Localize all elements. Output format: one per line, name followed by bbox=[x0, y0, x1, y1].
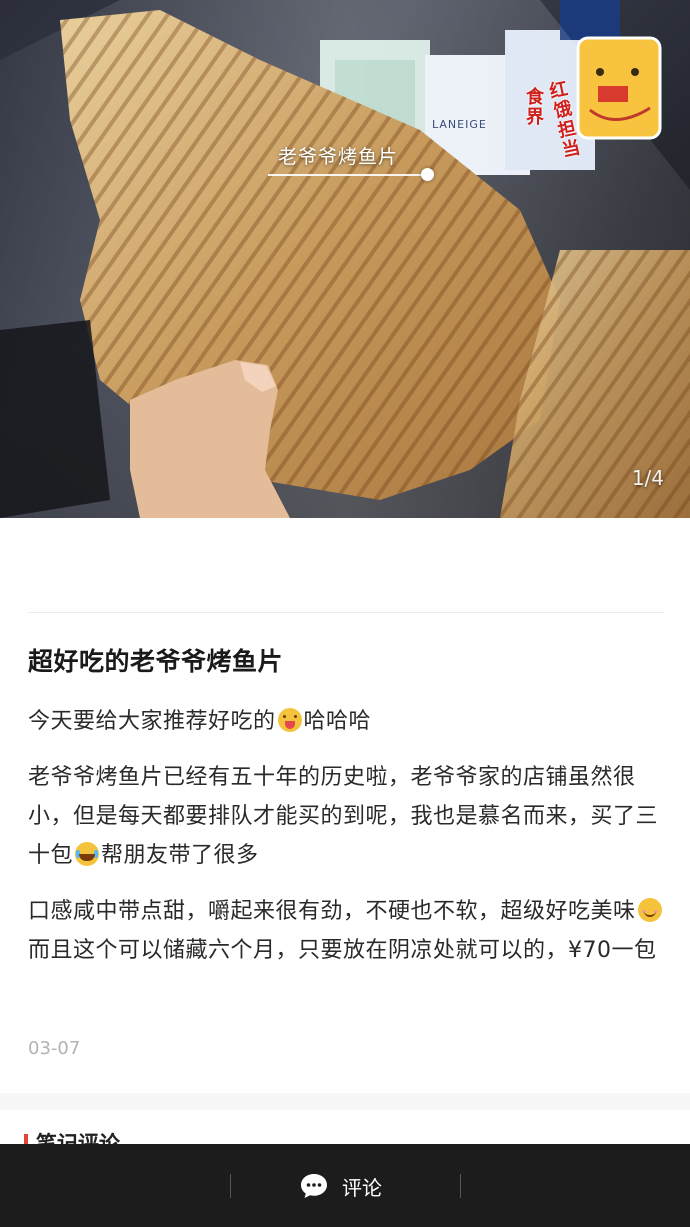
product-tag-dot[interactable] bbox=[421, 168, 434, 181]
smile-emoji-icon bbox=[637, 898, 662, 922]
post-content: 超好吃的老爷爷烤鱼片 今天要给大家推荐好吃的 哈哈哈 老爷爷烤鱼片已经有五十年的历… bbox=[0, 518, 690, 1093]
comment-button[interactable]: 评论 bbox=[300, 1170, 382, 1202]
paragraph-text: 帮朋友带了很多 bbox=[101, 843, 259, 868]
product-tag-label[interactable]: 老爷爷烤鱼片 bbox=[278, 142, 398, 169]
post-title: 超好吃的老爷爷烤鱼片 bbox=[28, 647, 284, 676]
post-date: 03-07 bbox=[28, 1038, 81, 1059]
sticker-text-1: 食界 bbox=[526, 87, 544, 128]
paragraph-text: 口感咸中带点甜，嚼起来很有劲，不硬也不软，超级好吃美味 bbox=[28, 899, 636, 924]
comment-button-label: 评论 bbox=[342, 1175, 382, 1200]
divider bbox=[28, 612, 664, 613]
post-paragraph-1: 今天要给大家推荐好吃的 哈哈哈 bbox=[28, 702, 664, 741]
paragraph-text: 哈哈哈 bbox=[303, 709, 372, 734]
box-brand-label: LANEIGE bbox=[432, 118, 487, 131]
bottom-action-bar: 评论 bbox=[0, 1144, 690, 1227]
tongue-emoji-icon bbox=[277, 708, 302, 732]
post-photo[interactable]: 食界 红饿担当 LANEIGE 老爷爷烤鱼片 1/4 bbox=[0, 0, 690, 518]
photo-counter: 1/4 bbox=[631, 466, 664, 490]
paragraph-text: 而且这个可以储藏六个月，只要放在阴凉处就可以的，¥70一包 bbox=[28, 938, 657, 963]
photo-illustration bbox=[0, 0, 690, 518]
chat-bubble-icon bbox=[300, 1173, 328, 1199]
paragraph-text: 今天要给大家推荐好吃的 bbox=[28, 709, 276, 734]
bottom-bar-separator bbox=[460, 1174, 461, 1198]
bottom-bar-separator bbox=[230, 1174, 231, 1198]
laughing-tears-emoji-icon bbox=[75, 842, 100, 866]
post-paragraph-3: 口感咸中带点甜，嚼起来很有劲，不硬也不软，超级好吃美味而且这个可以储藏六个月，只… bbox=[28, 892, 664, 970]
product-tag-line bbox=[268, 174, 426, 176]
post-paragraph-2: 老爷爷烤鱼片已经有五十年的历史啦，老爷爷家的店铺虽然很小，但是每天都要排队才能买… bbox=[28, 758, 664, 875]
